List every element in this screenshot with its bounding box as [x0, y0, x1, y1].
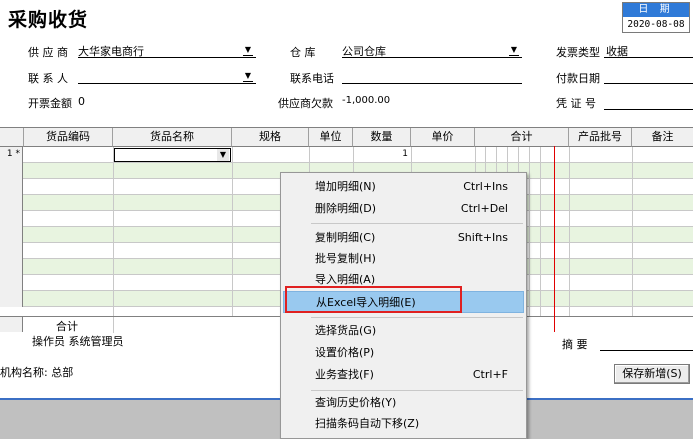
menu-item-business-search[interactable]: 业务查找(F) Ctrl+F [283, 364, 524, 386]
window-title: 采购收货 [8, 9, 89, 31]
supplier-underline [78, 57, 256, 58]
col-total[interactable]: 合计 [475, 128, 569, 147]
col-unit-price[interactable]: 单价 [411, 128, 475, 147]
row-number[interactable] [0, 227, 23, 243]
grid-divider [569, 147, 570, 332]
save-new-button[interactable]: 保存新增(S) [614, 364, 690, 384]
row-number[interactable] [0, 243, 23, 259]
grid-divider [632, 147, 633, 332]
menu-item-delete-detail[interactable]: 删除明细(D) Ctrl+Del [283, 198, 524, 220]
voucher-label: 凭 证 号 [556, 97, 596, 110]
grid-divider [232, 147, 233, 332]
date-value[interactable]: 2020-08-08 [623, 17, 689, 32]
supplier-label: 供 应 商 [28, 46, 68, 59]
menu-item-label: 导入明细(A) [315, 273, 376, 286]
summary-underline[interactable] [600, 350, 693, 351]
warehouse-dropdown-icon[interactable] [508, 45, 520, 56]
grid-divider [113, 317, 114, 333]
col-unit[interactable]: 单位 [309, 128, 353, 147]
contact-dropdown-icon[interactable] [242, 71, 254, 82]
org-name: 机构名称: 总部 [0, 366, 74, 379]
menu-item-price-history[interactable]: 查询历史价格(Y) [283, 392, 524, 414]
menu-item-shortcut: Ctrl+F [472, 368, 508, 381]
total-label: 合计 [56, 320, 78, 333]
col-item-code[interactable]: 货品编码 [24, 128, 113, 147]
payment-date-label: 付款日期 [556, 72, 600, 85]
row-number[interactable] [0, 163, 23, 179]
table-row[interactable] [0, 147, 693, 163]
row-number[interactable] [0, 195, 23, 211]
row-number[interactable] [0, 259, 23, 275]
summary-label: 摘 要 [562, 338, 588, 351]
menu-item-set-price[interactable]: 设置价格(P) [283, 342, 524, 364]
supplier-debt-value: -1,000.00 [342, 95, 391, 106]
menu-item-shortcut: Shift+Ins [457, 231, 508, 244]
grid-corner [0, 128, 24, 147]
invoice-amount-value[interactable]: 0 [78, 95, 85, 108]
col-item-name[interactable]: 货品名称 [113, 128, 232, 147]
menu-item-barcode-auto-next[interactable]: 扫描条码自动下移(Z) [283, 413, 524, 435]
row-number[interactable] [0, 211, 23, 227]
row-number[interactable]: 1 * [0, 147, 23, 163]
row-number[interactable] [0, 275, 23, 291]
menu-item-shortcut: Ctrl+Ins [463, 180, 508, 193]
contact-label: 联 系 人 [28, 72, 68, 85]
col-remark[interactable]: 备注 [632, 128, 693, 147]
menu-item-label: 复制明细(C) [315, 231, 376, 244]
col-spec[interactable]: 规格 [232, 128, 309, 147]
contact-underline[interactable] [78, 83, 256, 84]
supplier-dropdown-icon[interactable] [242, 45, 254, 56]
grid-divider [540, 147, 541, 332]
menu-item-label: 查询历史价格(Y) [315, 396, 397, 409]
grid-divider [113, 147, 114, 332]
row-number [0, 317, 23, 332]
row1-quantity[interactable]: 1 [388, 149, 408, 159]
menu-item-label: 业务查找(F) [315, 368, 374, 381]
contact-phone-label: 联系电话 [290, 72, 334, 85]
warehouse-underline [342, 57, 522, 58]
item-name-dropdown-icon[interactable] [217, 149, 229, 161]
row-number[interactable] [0, 291, 23, 307]
invoice-type-underline [604, 57, 693, 58]
menu-item-label: 批号复制(H) [315, 252, 376, 265]
menu-item-shortcut: Ctrl+Del [460, 202, 508, 215]
warehouse-label: 仓 库 [290, 46, 316, 59]
col-batch-no[interactable]: 产品批号 [569, 128, 632, 147]
grid-divider [529, 147, 530, 332]
highlight-annotation-box [285, 286, 462, 313]
contact-phone-underline[interactable] [342, 83, 522, 84]
supplier-debt-label: 供应商欠款 [278, 97, 333, 110]
invoice-type-label: 发票类型 [556, 46, 600, 59]
menu-item-label: 选择货品(G) [315, 324, 377, 337]
col-quantity[interactable]: 数量 [353, 128, 411, 147]
invoice-amount-label: 开票金额 [28, 97, 72, 110]
payment-date-underline[interactable] [604, 83, 693, 84]
menu-separator [311, 390, 523, 391]
voucher-underline[interactable] [604, 109, 693, 110]
date-box[interactable]: 日 期 2020-08-08 [622, 2, 690, 33]
menu-item-label: 删除明细(D) [315, 202, 377, 215]
menu-separator [311, 223, 523, 224]
menu-item-add-detail[interactable]: 增加明细(N) Ctrl+Ins [283, 176, 524, 198]
grid-red-marker [554, 146, 555, 332]
row-number[interactable] [0, 179, 23, 195]
menu-separator [311, 317, 523, 318]
operator-label: 操作员 系统管理员 [32, 335, 124, 348]
menu-item-label: 设置价格(P) [315, 346, 375, 359]
date-label: 日 期 [623, 3, 689, 17]
menu-item-copy-detail[interactable]: 复制明细(C) Shift+Ins [283, 227, 524, 249]
menu-item-select-goods[interactable]: 选择货品(G) [283, 320, 524, 342]
item-name-cell-editor[interactable] [114, 148, 231, 162]
menu-item-batch-copy[interactable]: 批号复制(H) [283, 248, 524, 270]
menu-item-label: 增加明细(N) [315, 180, 376, 193]
menu-item-label: 扫描条码自动下移(Z) [315, 417, 420, 430]
